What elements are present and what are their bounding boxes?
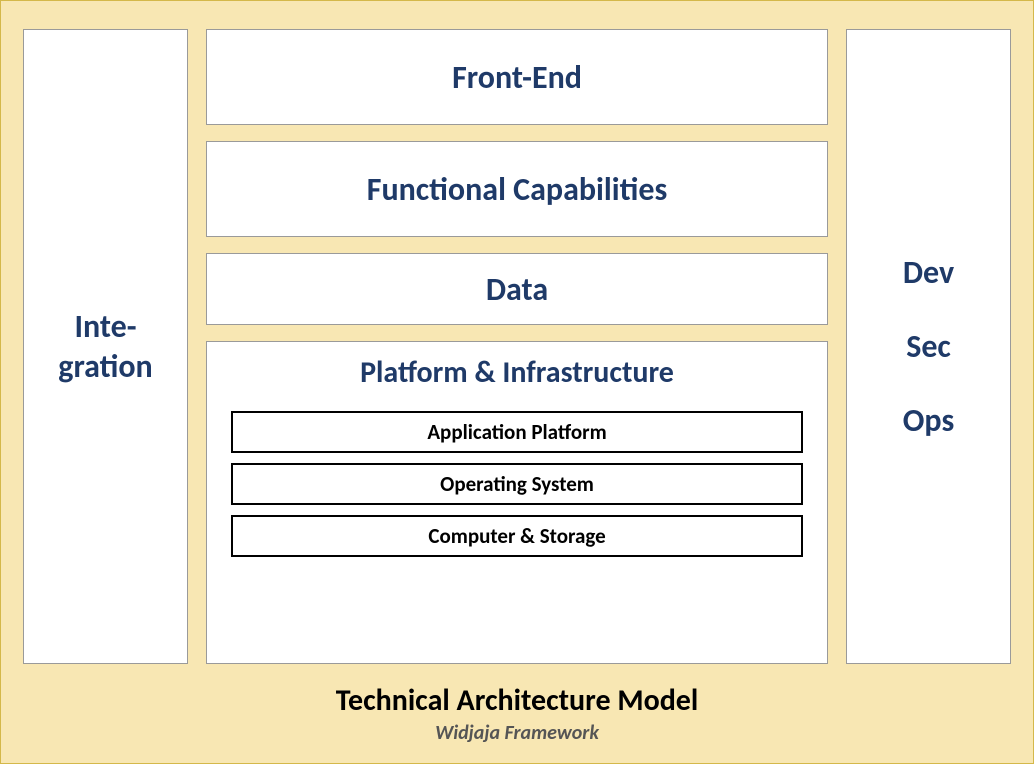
- architecture-diagram: Inte- gration Front-End Functional Capab…: [0, 0, 1034, 764]
- functional-layer: Functional Capabilities: [206, 141, 828, 237]
- compute-storage-label: Computer & Storage: [428, 523, 605, 549]
- front-end-layer: Front-End: [206, 29, 828, 125]
- dev-label: Dev: [903, 253, 954, 293]
- operating-system-label: Operating System: [440, 471, 594, 497]
- integration-label-line1: Inte-: [74, 307, 136, 347]
- operating-system-sublayer: Operating System: [231, 463, 803, 505]
- front-end-label: Front-End: [452, 58, 582, 97]
- platform-sublayers: Application Platform Operating System Co…: [231, 411, 803, 557]
- application-platform-label: Application Platform: [427, 419, 606, 445]
- ops-label: Ops: [903, 401, 954, 441]
- functional-label: Functional Capabilities: [367, 170, 667, 209]
- data-layer: Data: [206, 253, 828, 325]
- devsecops-column: Dev Sec Ops: [846, 29, 1011, 664]
- compute-storage-sublayer: Computer & Storage: [231, 515, 803, 557]
- integration-label-line2: gration: [58, 347, 152, 387]
- center-column: Front-End Functional Capabilities Data P…: [206, 29, 828, 664]
- data-label: Data: [486, 270, 548, 309]
- diagram-columns: Inte- gration Front-End Functional Capab…: [23, 29, 1011, 664]
- platform-title: Platform & Infrastructure: [231, 354, 803, 391]
- sec-label: Sec: [906, 327, 951, 367]
- platform-layer: Platform & Infrastructure Application Pl…: [206, 341, 828, 664]
- application-platform-sublayer: Application Platform: [231, 411, 803, 453]
- diagram-subtitle: Widjaja Framework: [23, 721, 1011, 745]
- diagram-title: Technical Architecture Model: [23, 682, 1011, 719]
- integration-column: Inte- gration: [23, 29, 188, 664]
- diagram-footer: Technical Architecture Model Widjaja Fra…: [23, 682, 1011, 745]
